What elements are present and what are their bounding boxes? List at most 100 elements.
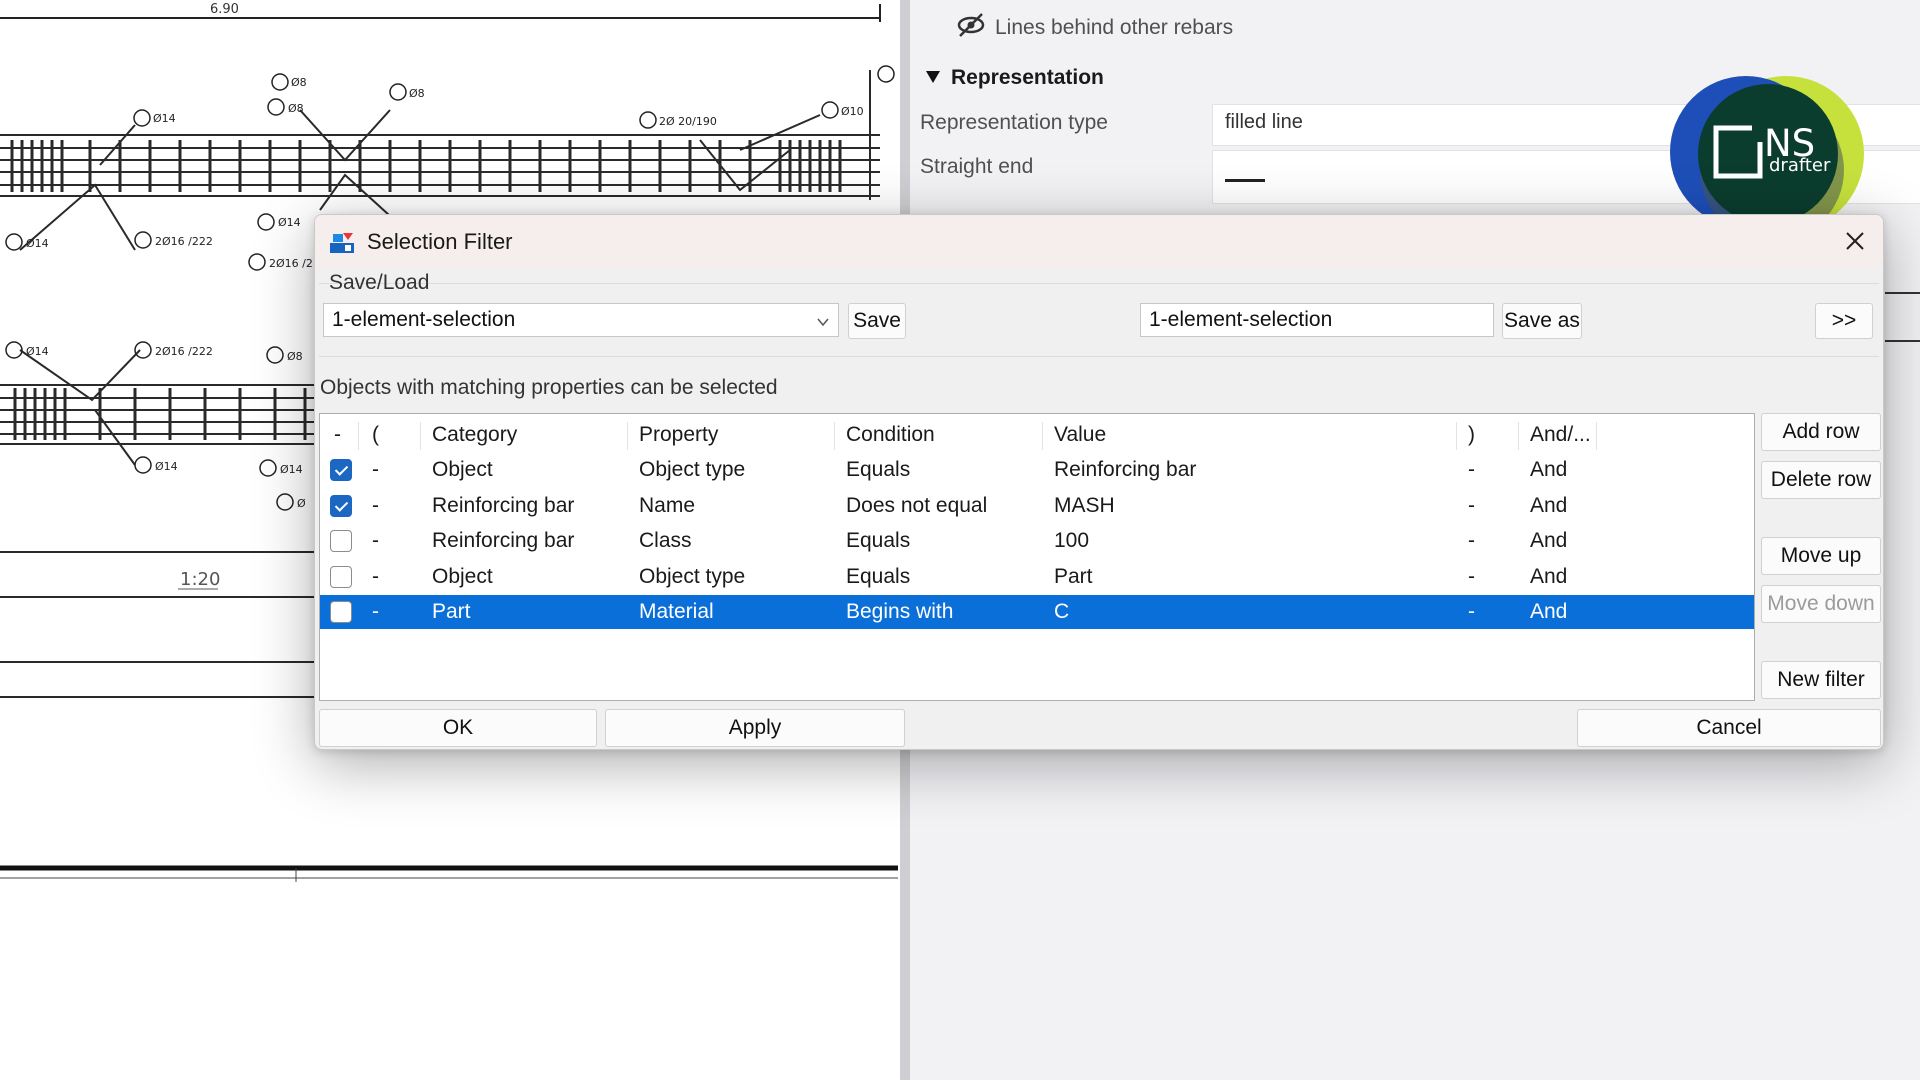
cell-condition[interactable]: Equals [846, 560, 910, 594]
cell-close[interactable]: - [1468, 453, 1475, 487]
cell-condition[interactable]: Does not equal [846, 489, 987, 523]
cell-property[interactable]: Class [639, 524, 692, 558]
move-up-button[interactable]: Move up [1761, 537, 1881, 575]
cell-category[interactable]: Reinforcing bar [432, 489, 574, 523]
cell-andor[interactable]: And [1530, 595, 1567, 629]
close-button[interactable] [1835, 223, 1875, 259]
checkbox-icon[interactable] [330, 530, 352, 552]
cell-close[interactable]: - [1468, 489, 1475, 523]
delete-row-button[interactable]: Delete row [1761, 461, 1881, 499]
cell-property[interactable]: Object type [639, 560, 745, 594]
bar-label: Ø10 [841, 105, 864, 118]
cell-value[interactable]: MASH [1054, 489, 1115, 523]
cell-condition[interactable]: Begins with [846, 595, 953, 629]
checkbox-icon[interactable] [330, 601, 352, 623]
chevron-down-icon [816, 311, 830, 335]
bar-label: Ø14 [26, 237, 49, 250]
checkbox-icon[interactable] [330, 565, 352, 588]
close-icon [1846, 232, 1864, 250]
table-row[interactable]: - Part Material Begins with C - And [320, 595, 1754, 629]
eye-off-icon [955, 12, 987, 44]
col-header-open[interactable]: ( [372, 418, 379, 452]
line-style-preview [1225, 179, 1265, 182]
cell-open[interactable]: - [372, 560, 379, 594]
bar-label: Ø14 [280, 463, 303, 476]
checkbox-icon[interactable] [330, 494, 352, 517]
cell-value[interactable]: Reinforcing bar [1054, 453, 1196, 487]
checkbox-icon[interactable] [330, 459, 352, 481]
col-header-toggle[interactable]: - [334, 418, 341, 452]
bar-label: Ø [297, 497, 306, 510]
cell-value[interactable]: 100 [1054, 524, 1089, 558]
ok-button[interactable]: OK [319, 709, 597, 747]
cell-category[interactable]: Object [432, 560, 493, 594]
triangle-down-icon [925, 66, 941, 90]
load-combo-value: 1-element-selection [332, 308, 516, 331]
cell-open[interactable]: - [372, 489, 379, 523]
save-load-label: Save/Load [329, 271, 430, 294]
col-header-value[interactable]: Value [1054, 418, 1106, 452]
selection-filter-icon [329, 231, 355, 255]
cell-open[interactable]: - [372, 595, 379, 629]
apply-button[interactable]: Apply [605, 709, 905, 747]
bar-label: Ø8 [409, 87, 425, 100]
expand-button[interactable]: >> [1815, 303, 1873, 339]
cell-andor[interactable]: And [1530, 489, 1567, 523]
logo-text-drafter: drafter [1769, 155, 1831, 176]
cell-close[interactable]: - [1468, 560, 1475, 594]
cell-value[interactable]: Part [1054, 560, 1093, 594]
table-row[interactable]: - Object Object type Equals Reinforcing bar -… [320, 453, 1754, 487]
filter-grid[interactable]: - ( Category Property Condition Value ) … [319, 413, 1755, 701]
cell-category[interactable]: Part [432, 595, 471, 629]
cell-property[interactable]: Object type [639, 453, 745, 487]
cell-open[interactable]: - [372, 453, 379, 487]
straight-end-label: Straight end [920, 155, 1034, 178]
cell-value[interactable]: C [1054, 595, 1069, 629]
lines-behind-label: Lines behind other rebars [995, 16, 1234, 39]
load-selection-combo[interactable]: 1-element-selection [323, 303, 839, 337]
cell-category[interactable]: Object [432, 453, 493, 487]
dimension-label: 6.90 [210, 2, 239, 17]
bar-label: Ø8 [288, 102, 304, 115]
scale-label: 1:20 [180, 569, 220, 590]
new-filter-button[interactable]: New filter [1761, 661, 1881, 699]
cell-property[interactable]: Material [639, 595, 714, 629]
cancel-button[interactable]: Cancel [1577, 709, 1881, 747]
dialog-titlebar[interactable]: Selection Filter [315, 215, 1883, 267]
cell-property[interactable]: Name [639, 489, 695, 523]
add-row-button[interactable]: Add row [1761, 413, 1881, 451]
cell-category[interactable]: Reinforcing bar [432, 524, 574, 558]
save-as-input[interactable]: 1-element-selection [1140, 303, 1494, 337]
col-header-category[interactable]: Category [432, 418, 517, 452]
cell-andor[interactable]: And [1530, 453, 1567, 487]
move-down-button[interactable]: Move down [1761, 585, 1881, 623]
dialog-title: Selection Filter [367, 229, 513, 254]
bar-label: Ø14 [155, 460, 178, 473]
lines-behind-row[interactable]: Lines behind other rebars [955, 12, 1233, 44]
table-row[interactable]: - Object Object type Equals Part - And [320, 560, 1754, 594]
bar-label: Ø8 [287, 350, 303, 363]
bar-label: Ø14 [153, 112, 176, 125]
bar-label: 2Ø16 /222 [155, 235, 213, 248]
table-row[interactable]: - Reinforcing bar Class Equals 100 - And [320, 524, 1754, 558]
col-header-condition[interactable]: Condition [846, 418, 935, 452]
col-header-andor[interactable]: And/... [1530, 418, 1591, 452]
cell-andor[interactable]: And [1530, 524, 1567, 558]
bar-label: Ø8 [291, 76, 307, 89]
save-as-button[interactable]: Save as [1502, 303, 1582, 339]
cell-condition[interactable]: Equals [846, 524, 910, 558]
info-text: Objects with matching properties can be … [320, 376, 778, 399]
table-row[interactable]: - Reinforcing bar Name Does not equal MASH - A… [320, 489, 1754, 523]
col-header-close[interactable]: ) [1468, 418, 1475, 452]
bar-label: Ø14 [26, 345, 49, 358]
bar-label: 2Ø16 /222 [155, 345, 213, 358]
cell-close[interactable]: - [1468, 524, 1475, 558]
cell-condition[interactable]: Equals [846, 453, 910, 487]
cell-open[interactable]: - [372, 524, 379, 558]
col-header-property[interactable]: Property [639, 418, 718, 452]
cell-close[interactable]: - [1468, 595, 1475, 629]
representation-section-header[interactable]: Representation [925, 66, 1104, 90]
right-edge-line [1885, 340, 1920, 342]
save-button[interactable]: Save [848, 303, 906, 339]
cell-andor[interactable]: And [1530, 560, 1567, 594]
